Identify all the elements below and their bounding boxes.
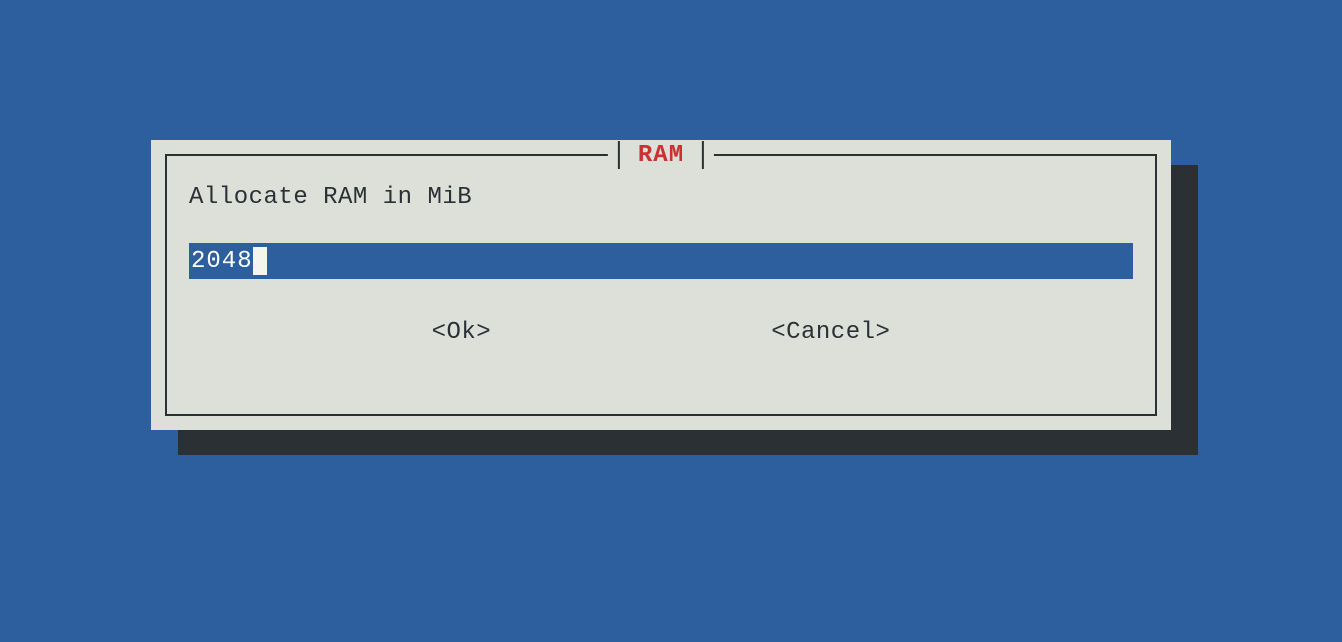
ok-button[interactable]: <Ok> xyxy=(432,319,492,346)
button-row: <Ok> <Cancel> xyxy=(189,319,1133,346)
dialog-title: RAM xyxy=(620,142,702,169)
ram-input[interactable]: 2048 xyxy=(189,243,1133,279)
dialog-border: RAM Allocate RAM in MiB 2048 <Ok> <Cance… xyxy=(165,154,1157,416)
ram-input-value: 2048 xyxy=(189,248,253,275)
title-bracket-right xyxy=(702,141,704,169)
dialog-prompt: Allocate RAM in MiB xyxy=(189,184,1133,211)
ram-dialog: RAM Allocate RAM in MiB 2048 <Ok> <Cance… xyxy=(151,140,1171,430)
text-cursor xyxy=(253,247,267,275)
dialog-title-wrap: RAM xyxy=(608,140,714,170)
cancel-button[interactable]: <Cancel> xyxy=(771,319,890,346)
